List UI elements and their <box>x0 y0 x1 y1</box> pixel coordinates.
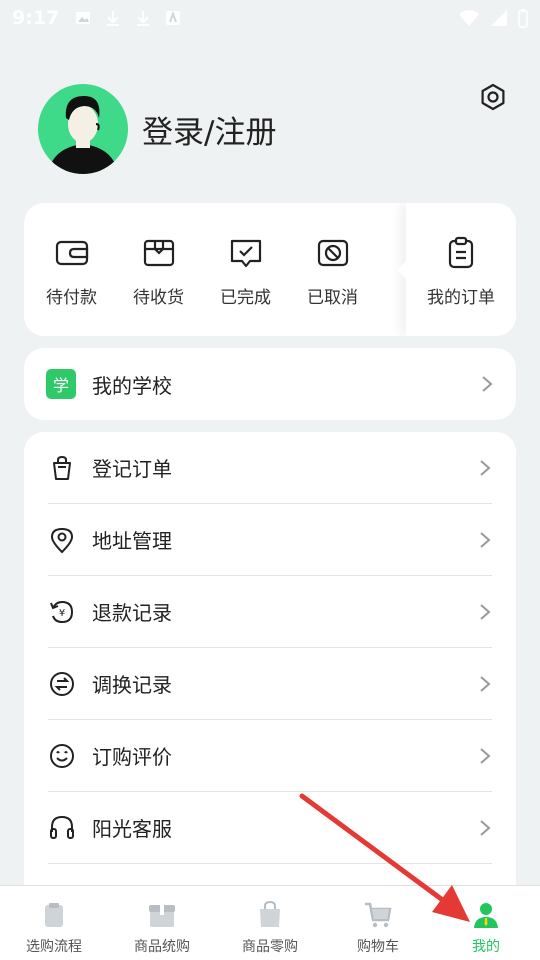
menu-label-customer-service: 阳光客服 <box>92 817 172 841</box>
my-school-row[interactable]: 学 我的学校 <box>24 348 516 420</box>
order-pending-receipt[interactable]: 待收货 <box>115 203 202 336</box>
app-icon <box>166 11 181 25</box>
tab-retail-purchase[interactable]: 商品零购 <box>216 886 324 960</box>
bag-icon <box>53 455 71 480</box>
tab-cart-label: 购物车 <box>357 939 399 955</box>
status-time: 9:17 <box>12 7 60 29</box>
battery-icon <box>518 9 528 28</box>
refund-icon: ¥ <box>50 600 74 623</box>
chevron-right-icon <box>480 459 491 476</box>
chevron-right-icon <box>480 531 491 548</box>
menu-row-customer-service[interactable]: 阳光客服 <box>48 792 492 864</box>
clipboard-list-icon <box>448 236 474 269</box>
tab-retail-purchase-label: 商品零购 <box>242 939 298 955</box>
tab-bulk-purchase[interactable]: 商品统购 <box>108 886 216 960</box>
school-badge-icon: 学 <box>46 369 76 399</box>
status-notification-icons <box>75 10 181 26</box>
orders-card: 待付款 待收货 已完成 已取消 我的订单 <box>24 203 516 336</box>
avatar-person-icon <box>48 96 118 174</box>
order-completed-label: 已完成 <box>220 288 271 308</box>
tab-mine[interactable]: 我的 <box>432 886 540 960</box>
login-register-link[interactable]: 登录/注册 <box>142 107 276 152</box>
menu-row-register-order[interactable]: 登记订单 <box>48 432 492 504</box>
menu-label-refunds: 退款记录 <box>92 601 172 625</box>
headset-icon <box>50 815 74 839</box>
download-icon <box>137 11 150 26</box>
chevron-right-icon <box>480 819 491 836</box>
menu-card: 登记订单 地址管理 ¥ 退款记录 调换记录 订购评价 阳光客服 <box>24 432 516 952</box>
my-orders-label: 我的订单 <box>427 288 495 308</box>
menu-row-reviews[interactable]: 订购评价 <box>48 720 492 792</box>
tab-purchase-process-label: 选购流程 <box>26 939 82 955</box>
tab-mine-label: 我的 <box>472 939 500 955</box>
menu-row-refunds[interactable]: ¥ 退款记录 <box>48 576 492 648</box>
order-pending-payment-label: 待付款 <box>46 288 97 308</box>
check-chat-icon <box>230 239 261 268</box>
clipboard-icon <box>45 903 63 927</box>
my-orders-button[interactable]: 我的订单 <box>397 203 516 336</box>
menu-label-address: 地址管理 <box>92 529 172 553</box>
my-school-label: 我的学校 <box>92 373 172 398</box>
order-cancelled[interactable]: 已取消 <box>289 203 376 336</box>
box-icon <box>149 905 175 927</box>
chevron-right-icon <box>480 603 491 620</box>
settings-icon[interactable] <box>478 82 508 112</box>
status-bar: 9:17 <box>0 0 540 36</box>
order-pending-payment[interactable]: 待付款 <box>28 203 115 336</box>
order-pending-receipt-label: 待收货 <box>133 288 184 308</box>
tab-purchase-process[interactable]: 选购流程 <box>0 886 108 960</box>
chevron-right-icon <box>480 675 491 692</box>
wifi-icon <box>459 10 479 26</box>
profile-header[interactable]: 登录/注册 <box>38 84 276 174</box>
menu-row-address[interactable]: 地址管理 <box>48 504 492 576</box>
cancel-icon <box>317 239 348 267</box>
bottom-tab-bar: 选购流程 商品统购 商品零购 购物车 我的 <box>0 885 540 960</box>
tab-bulk-purchase-label: 商品统购 <box>134 939 190 955</box>
menu-label-reviews: 订购评价 <box>92 745 172 769</box>
order-cancelled-label: 已取消 <box>307 288 358 308</box>
location-icon <box>50 527 74 553</box>
smile-icon <box>50 743 74 768</box>
exchange-icon <box>50 671 74 696</box>
status-system-icons <box>458 8 528 28</box>
package-icon <box>143 239 174 267</box>
image-icon <box>76 12 91 24</box>
chevron-right-icon <box>482 376 493 392</box>
svg-text:¥: ¥ <box>59 608 65 619</box>
tab-cart[interactable]: 购物车 <box>324 886 432 960</box>
wallet-icon <box>55 240 88 266</box>
signal-icon <box>491 10 507 26</box>
download-icon <box>107 11 120 26</box>
chevron-right-icon <box>480 747 491 764</box>
menu-row-exchanges[interactable]: 调换记录 <box>48 648 492 720</box>
menu-label-register-order: 登记订单 <box>92 457 172 481</box>
avatar[interactable] <box>38 84 128 174</box>
order-completed[interactable]: 已完成 <box>202 203 289 336</box>
shopping-bag-icon <box>260 900 280 927</box>
cart-icon <box>365 902 392 928</box>
order-status-list: 待付款 待收货 已完成 已取消 <box>24 203 392 336</box>
menu-label-exchanges: 调换记录 <box>92 673 172 697</box>
user-icon <box>474 903 498 928</box>
